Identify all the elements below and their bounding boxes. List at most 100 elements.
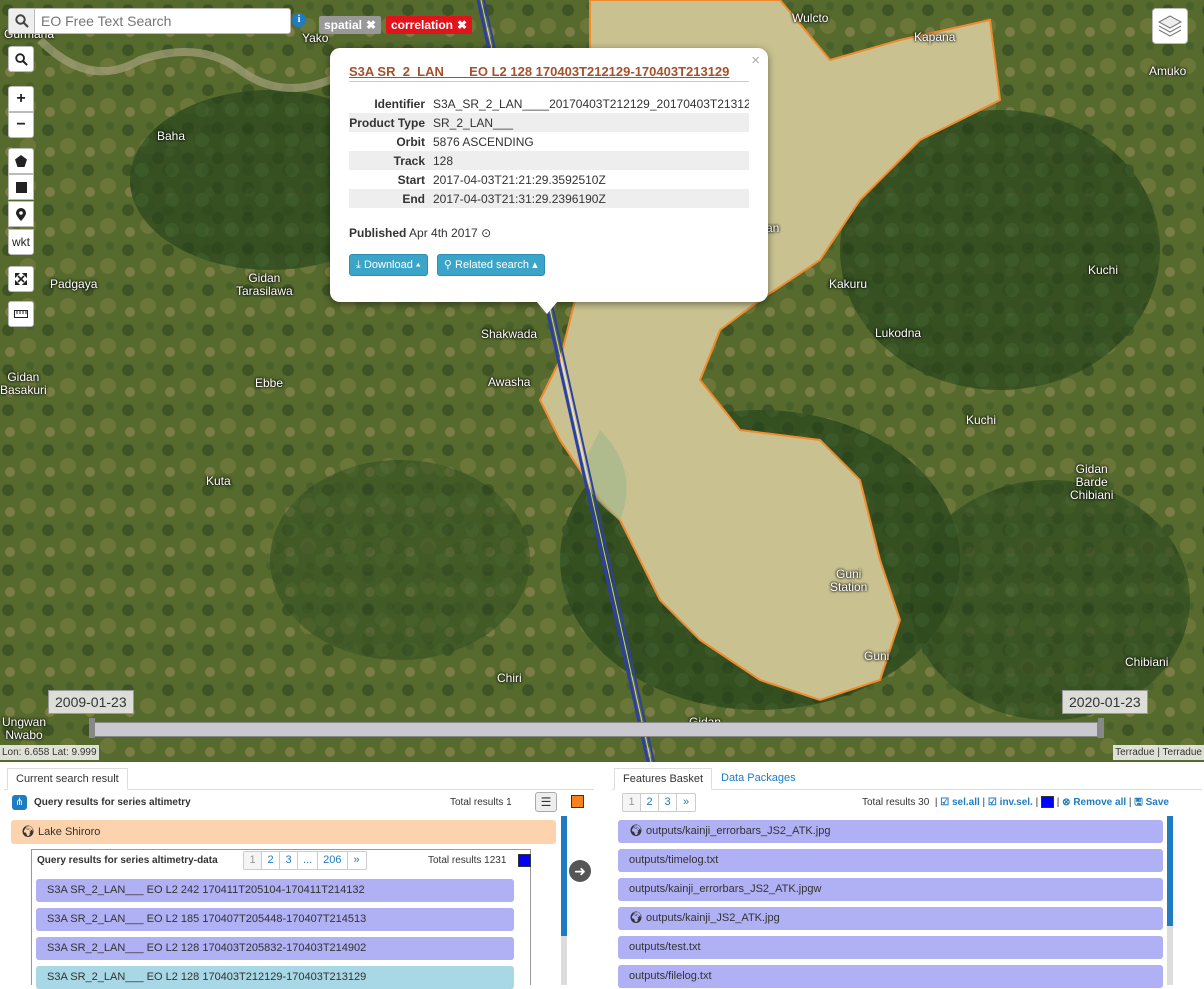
property-value: 2017-04-03T21:31:29.2396190Z <box>429 189 749 208</box>
arrow-right-icon: ➜ <box>574 863 586 879</box>
zoom-out-button[interactable]: − <box>8 112 34 138</box>
page-next-button[interactable]: » <box>348 852 366 869</box>
layer-switcher-button[interactable] <box>1152 8 1188 44</box>
correlation-filter-chip[interactable]: correlation ✖ <box>386 16 473 34</box>
basket-row[interactable]: outputs/test.txt <box>618 936 1163 959</box>
place-label: Wulcto <box>792 11 829 25</box>
popup-pointer <box>536 301 558 314</box>
tab-data-packages[interactable]: Data Packages <box>713 768 804 790</box>
spatial-filter-chip[interactable]: spatial ✖ <box>319 16 382 34</box>
search-icon: ⚲ <box>443 259 452 271</box>
result-row[interactable]: S3A SR_2_LAN___ EO L2 128 170403T205832-… <box>36 937 514 960</box>
basket-row[interactable]: 🌍︎ outputs/kainji_JS2_ATK.jpg <box>618 907 1163 930</box>
timeline-start-handle[interactable] <box>89 718 95 738</box>
draw-polygon-button[interactable] <box>8 148 34 174</box>
remove-all-label: Remove all <box>1073 797 1127 808</box>
place-label: Gidan Basakuri <box>0 370 47 397</box>
lake-feature-row[interactable]: 🌍︎ Lake Shiroro <box>11 820 556 844</box>
total-results-label: Total results <box>428 855 482 866</box>
result-row-selected[interactable]: S3A SR_2_LAN___ EO L2 128 170403T212129-… <box>36 966 514 989</box>
close-icon[interactable]: × <box>751 52 760 69</box>
search-input[interactable] <box>35 9 290 33</box>
map-attribution: Terradue | Terradue <box>1113 745 1204 760</box>
chip-label: correlation <box>391 18 454 32</box>
page-next-button[interactable]: » <box>677 794 695 811</box>
select-all-button[interactable]: ☑ sel.all <box>940 797 980 808</box>
save-button[interactable]: 🖫︎ Save <box>1134 797 1169 808</box>
close-icon[interactable]: ✖ <box>366 18 376 32</box>
basket-pagination: 1 2 3 » <box>622 793 696 812</box>
page-button[interactable]: 2 <box>641 794 659 811</box>
wkt-button[interactable]: wkt <box>8 229 34 255</box>
zoom-in-button[interactable]: + <box>8 86 34 112</box>
page-button[interactable]: 3 <box>659 794 677 811</box>
measure-button[interactable] <box>8 301 34 327</box>
right-scrollbar-thumb[interactable] <box>1167 816 1173 926</box>
clock-icon: ⊙ <box>481 226 492 240</box>
left-scrollbar-thumb[interactable] <box>561 816 567 936</box>
place-label: Amuko <box>1149 64 1187 78</box>
result-row[interactable]: S3A SR_2_LAN___ EO L2 242 170411T205104-… <box>36 879 514 902</box>
property-key: Orbit <box>396 134 425 149</box>
left-tabbar: Current search result <box>4 768 594 790</box>
page-button[interactable]: ... <box>298 852 319 869</box>
select-all-label: sel.all <box>951 797 980 808</box>
draw-rectangle-button[interactable] <box>8 174 34 200</box>
basket-row[interactable]: 🌍︎ outputs/kainji_errorbars_JS2_ATK.jpg <box>618 820 1163 843</box>
invert-selection-label: inv.sel. <box>999 797 1033 808</box>
series-color-swatch[interactable] <box>571 795 584 808</box>
property-value: 5876 ASCENDING <box>433 134 534 149</box>
move-to-basket-button[interactable]: ➜ <box>569 860 591 882</box>
result-row[interactable]: S3A SR_2_LAN___ EO L2 185 170407T205448-… <box>36 908 514 931</box>
info-icon[interactable]: i <box>292 13 306 27</box>
close-icon[interactable]: ✖ <box>457 18 467 32</box>
inner-series-color-swatch[interactable] <box>518 854 531 867</box>
inner-total-results: Total results 1231 <box>428 855 506 866</box>
tab-current-search-result[interactable]: Current search result <box>7 768 128 790</box>
place-label: Gidan Tarasilawa <box>236 271 293 298</box>
remove-all-button[interactable]: ⊗ Remove all <box>1062 797 1126 808</box>
basket-row-label: outputs/kainji_errorbars_JS2_ATK.jpgw <box>629 883 822 895</box>
timeline-end-label: 2020-01-23 <box>1062 690 1148 714</box>
timeline-range-bar[interactable] <box>92 722 1098 737</box>
basket-row-label: outputs/timelog.txt <box>629 854 719 866</box>
property-key: Track <box>349 151 429 170</box>
feature-popup: × S3A SR_2_LAN___ EO L2 128 170403T21212… <box>330 48 768 302</box>
property-value: SR_2_LAN___ <box>429 113 749 132</box>
basket-row[interactable]: outputs/timelog.txt <box>618 849 1163 872</box>
page-button[interactable]: 2 <box>262 852 280 869</box>
place-label: Chiri <box>497 671 522 685</box>
page-button[interactable]: 206 <box>318 852 348 869</box>
basket-color-swatch[interactable] <box>1041 796 1054 809</box>
download-button[interactable]: ⤓ Download ▴ <box>349 254 428 276</box>
fullscreen-button[interactable] <box>8 266 34 292</box>
total-results: Total results 1 <box>450 797 512 808</box>
chip-label: spatial <box>324 18 363 32</box>
tab-features-basket[interactable]: Features Basket <box>614 768 713 790</box>
list-view-button[interactable]: ☰ <box>535 792 557 812</box>
total-results-value: 1 <box>506 797 512 808</box>
search-tool-button[interactable] <box>8 46 34 72</box>
timeline-end-handle[interactable] <box>1098 718 1104 738</box>
related-search-button[interactable]: ⚲ Related search ▴ <box>436 254 545 276</box>
property-value: S3A_SR_2_LAN____20170403T212129_20170403… <box>433 96 749 111</box>
map-view[interactable]: Gurmana Yako Baha Padgaya Gidan Tarasila… <box>0 0 1204 762</box>
total-results-label: Total results <box>450 797 504 808</box>
share-icon[interactable]: ⋔ <box>12 795 27 810</box>
page-button[interactable]: 1 <box>623 794 641 811</box>
basket-row[interactable]: outputs/kainji_errorbars_JS2_ATK.jpgw <box>618 878 1163 901</box>
place-label: Kapana <box>914 30 956 44</box>
invert-selection-button[interactable]: ☑ inv.sel. <box>988 797 1033 808</box>
page-button[interactable]: 1 <box>244 852 262 869</box>
draw-point-button[interactable] <box>8 201 34 227</box>
search-button[interactable] <box>9 9 35 33</box>
place-label: Kuchi <box>966 413 997 427</box>
page-button[interactable]: 3 <box>280 852 298 869</box>
popup-title[interactable]: S3A SR_2_LAN___ EO L2 128 170403T212129-… <box>349 64 749 82</box>
place-label: Chibiani <box>1125 655 1169 669</box>
search-icon <box>14 14 29 28</box>
download-label: Download <box>363 259 413 271</box>
published-label: Published <box>349 226 407 240</box>
published-value: Apr 4th 2017 <box>409 226 478 240</box>
place-label: Kakuru <box>829 277 868 291</box>
